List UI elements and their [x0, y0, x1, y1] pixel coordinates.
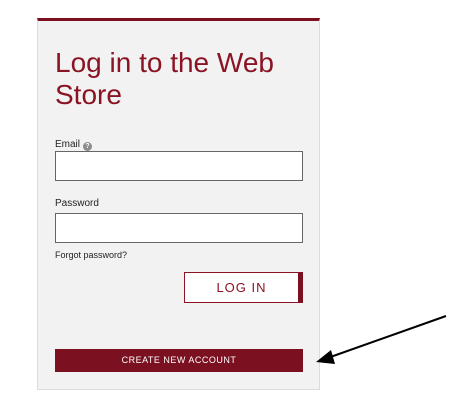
forgot-password-link[interactable]: Forgot password?	[55, 250, 127, 260]
email-label-row: Email?	[55, 139, 93, 151]
login-card: Log in to the Web Store Email? Password …	[37, 18, 320, 390]
page-title: Log in to the Web Store	[55, 47, 274, 110]
email-field[interactable]	[55, 151, 303, 181]
help-icon[interactable]: ?	[83, 142, 93, 151]
login-button[interactable]: LOG IN	[184, 272, 303, 303]
create-account-button[interactable]: CREATE NEW ACCOUNT	[55, 349, 303, 372]
screenshot-stage: Log in to the Web Store Email? Password …	[0, 0, 449, 398]
password-field[interactable]	[55, 213, 303, 243]
email-label: Email	[55, 139, 81, 150]
password-label: Password	[55, 198, 99, 209]
